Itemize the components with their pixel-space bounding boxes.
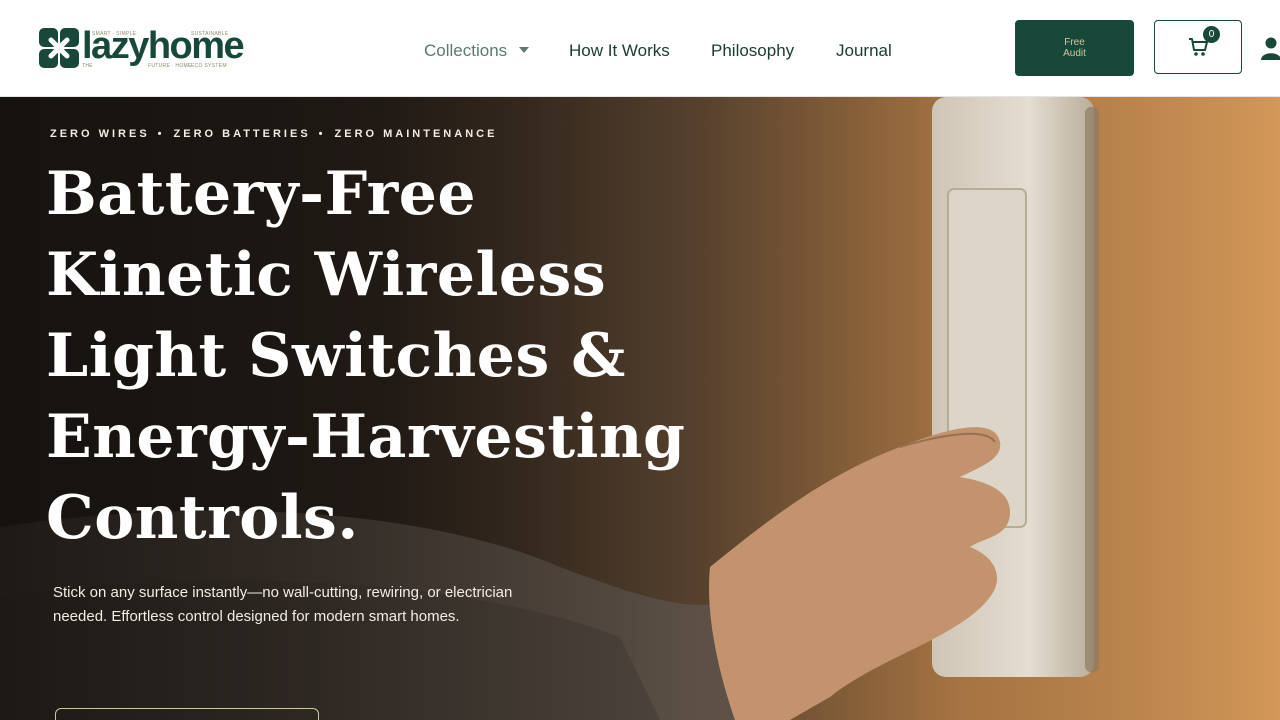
brand-tagline-bottom: FUTURE · HOME — [148, 63, 192, 69]
headline-line: Kinetic Wireless — [46, 240, 607, 310]
chevron-down-icon[interactable] — [519, 47, 529, 53]
brand-logo[interactable]: lazyhome SMART · SIMPLE SUSTAINABLE THE … — [38, 22, 245, 72]
eyebrow-separator: • — [318, 128, 323, 140]
brand-tagline-bottom-left: THE — [82, 63, 93, 69]
free-audit-label: Free Audit — [1063, 37, 1086, 59]
nav-philosophy[interactable]: Philosophy — [711, 40, 794, 62]
clover-logo-icon — [39, 28, 79, 68]
eyebrow-separator: • — [157, 128, 162, 140]
headline-line: Light Switches & — [46, 321, 626, 391]
headline-line: Controls. — [46, 483, 359, 553]
cart-count-badge: 0 — [1203, 26, 1220, 43]
hero-section: ZERO WIRES • ZERO BATTERIES • ZERO MAINTENAN… — [0, 97, 1280, 720]
hero-cta-button[interactable] — [55, 708, 319, 720]
free-audit-button[interactable]: Free Audit — [1015, 20, 1134, 76]
user-icon[interactable] — [1260, 36, 1280, 60]
nav-collections[interactable]: Collections — [424, 40, 507, 62]
brand-tagline-top-right: SUSTAINABLE — [191, 31, 229, 37]
eyebrow-item: ZERO BATTERIES — [173, 128, 311, 140]
brand-tagline-bottom-right: ECO SYSTEM — [191, 63, 227, 69]
headline-line: Energy-Harvesting — [46, 402, 686, 472]
cart-button[interactable]: 0 — [1154, 20, 1242, 74]
nav-how-it-works[interactable]: How It Works — [569, 40, 670, 62]
hero-subtext: Stick on any surface instantly—no wall-c… — [53, 584, 513, 625]
eyebrow-item: ZERO MAINTENANCE — [334, 128, 498, 140]
hero-headline: Battery-Free Kinetic Wireless Light Swit… — [46, 154, 686, 559]
site-header: lazyhome SMART · SIMPLE SUSTAINABLE THE … — [0, 0, 1280, 97]
headline-line: Battery-Free — [46, 159, 477, 229]
hero-eyebrow: ZERO WIRES • ZERO BATTERIES • ZERO MAINTENAN… — [50, 128, 497, 140]
eyebrow-item: ZERO WIRES — [50, 128, 150, 140]
nav-journal[interactable]: Journal — [836, 40, 892, 62]
brand-tagline-top: SMART · SIMPLE — [92, 31, 137, 37]
